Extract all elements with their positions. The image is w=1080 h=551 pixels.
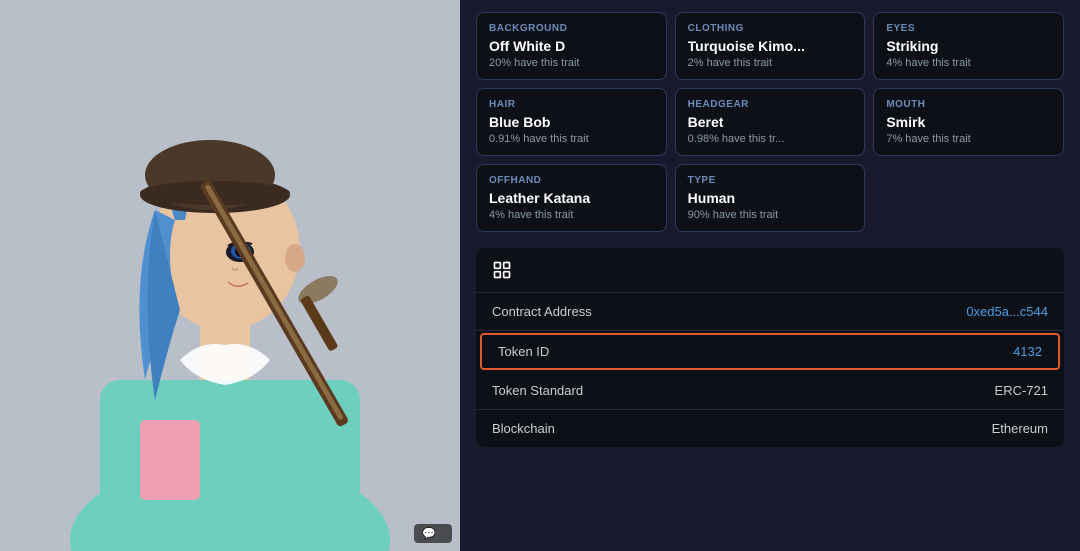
trait-card-headgear[interactable]: HEADGEAR Beret 0.98% have this tr... [675,88,866,156]
trait-category-label: BACKGROUND [489,23,654,34]
details-header-left [492,260,520,280]
trait-value-label: Turquoise Kimo... [688,38,853,54]
nft-artwork: 💬 [0,0,460,551]
trait-category-label: EYES [886,23,1051,34]
trait-category-label: TYPE [688,175,853,186]
trait-value-label: Leather Katana [489,190,654,206]
trait-value-label: Striking [886,38,1051,54]
detail-label: Contract Address [492,304,592,319]
detail-value: ERC-721 [995,383,1048,398]
trait-rarity-label: 7% have this trait [886,133,1051,145]
details-row-token-standard: Token Standard ERC-721 [476,372,1064,410]
trait-category-label: OFFHAND [489,175,654,186]
trait-card-hair[interactable]: HAIR Blue Bob 0.91% have this trait [476,88,667,156]
trait-value-label: Off White D [489,38,654,54]
details-section-icon [492,260,512,280]
trait-rarity-label: 4% have this trait [886,57,1051,69]
traits-grid: BACKGROUND Off White D 20% have this trait… [476,12,1064,232]
watermark-icon: 💬 [422,527,436,540]
trait-rarity-label: 90% have this trait [688,209,853,221]
trait-rarity-label: 0.98% have this tr... [688,133,853,145]
trait-rarity-label: 2% have this trait [688,57,853,69]
trait-rarity-label: 4% have this trait [489,209,654,221]
details-row-contract-address[interactable]: Contract Address 0xed5a...c544 [476,293,1064,331]
detail-label: Token ID [498,344,549,359]
trait-card-offhand[interactable]: OFFHAND Leather Katana 4% have this trait [476,164,667,232]
detail-label: Token Standard [492,383,583,398]
detail-value: Ethereum [992,421,1048,436]
trait-category-label: HAIR [489,99,654,110]
details-header[interactable] [476,248,1064,293]
trait-value-label: Beret [688,114,853,130]
trait-value-label: Blue Bob [489,114,654,130]
trait-value-label: Human [688,190,853,206]
nft-image-panel: 💬 [0,0,460,551]
details-section: Contract Address 0xed5a...c544 Token ID 413… [476,248,1064,447]
trait-card-eyes[interactable]: EYES Striking 4% have this trait [873,12,1064,80]
trait-category-label: HEADGEAR [688,99,853,110]
details-row-blockchain: Blockchain Ethereum [476,410,1064,447]
detail-label: Blockchain [492,421,555,436]
trait-value-label: Smirk [886,114,1051,130]
trait-category-label: MOUTH [886,99,1051,110]
details-rows-container: Contract Address 0xed5a...c544 Token ID 413… [476,293,1064,447]
trait-card-type[interactable]: TYPE Human 90% have this trait [675,164,866,232]
character-svg [0,0,460,551]
trait-card-mouth[interactable]: MOUTH Smirk 7% have this trait [873,88,1064,156]
trait-card-clothing[interactable]: CLOTHING Turquoise Kimo... 2% have this tr… [675,12,866,80]
detail-value[interactable]: 0xed5a...c544 [966,304,1048,319]
trait-rarity-label: 0.91% have this trait [489,133,654,145]
detail-value[interactable]: 4132 [1013,344,1042,359]
right-panel: BACKGROUND Off White D 20% have this trait… [460,0,1080,551]
trait-category-label: CLOTHING [688,23,853,34]
trait-rarity-label: 20% have this trait [489,57,654,69]
details-row-token-id[interactable]: Token ID 4132 [480,333,1060,370]
wechat-watermark: 💬 [414,524,452,543]
trait-card-background[interactable]: BACKGROUND Off White D 20% have this trait [476,12,667,80]
